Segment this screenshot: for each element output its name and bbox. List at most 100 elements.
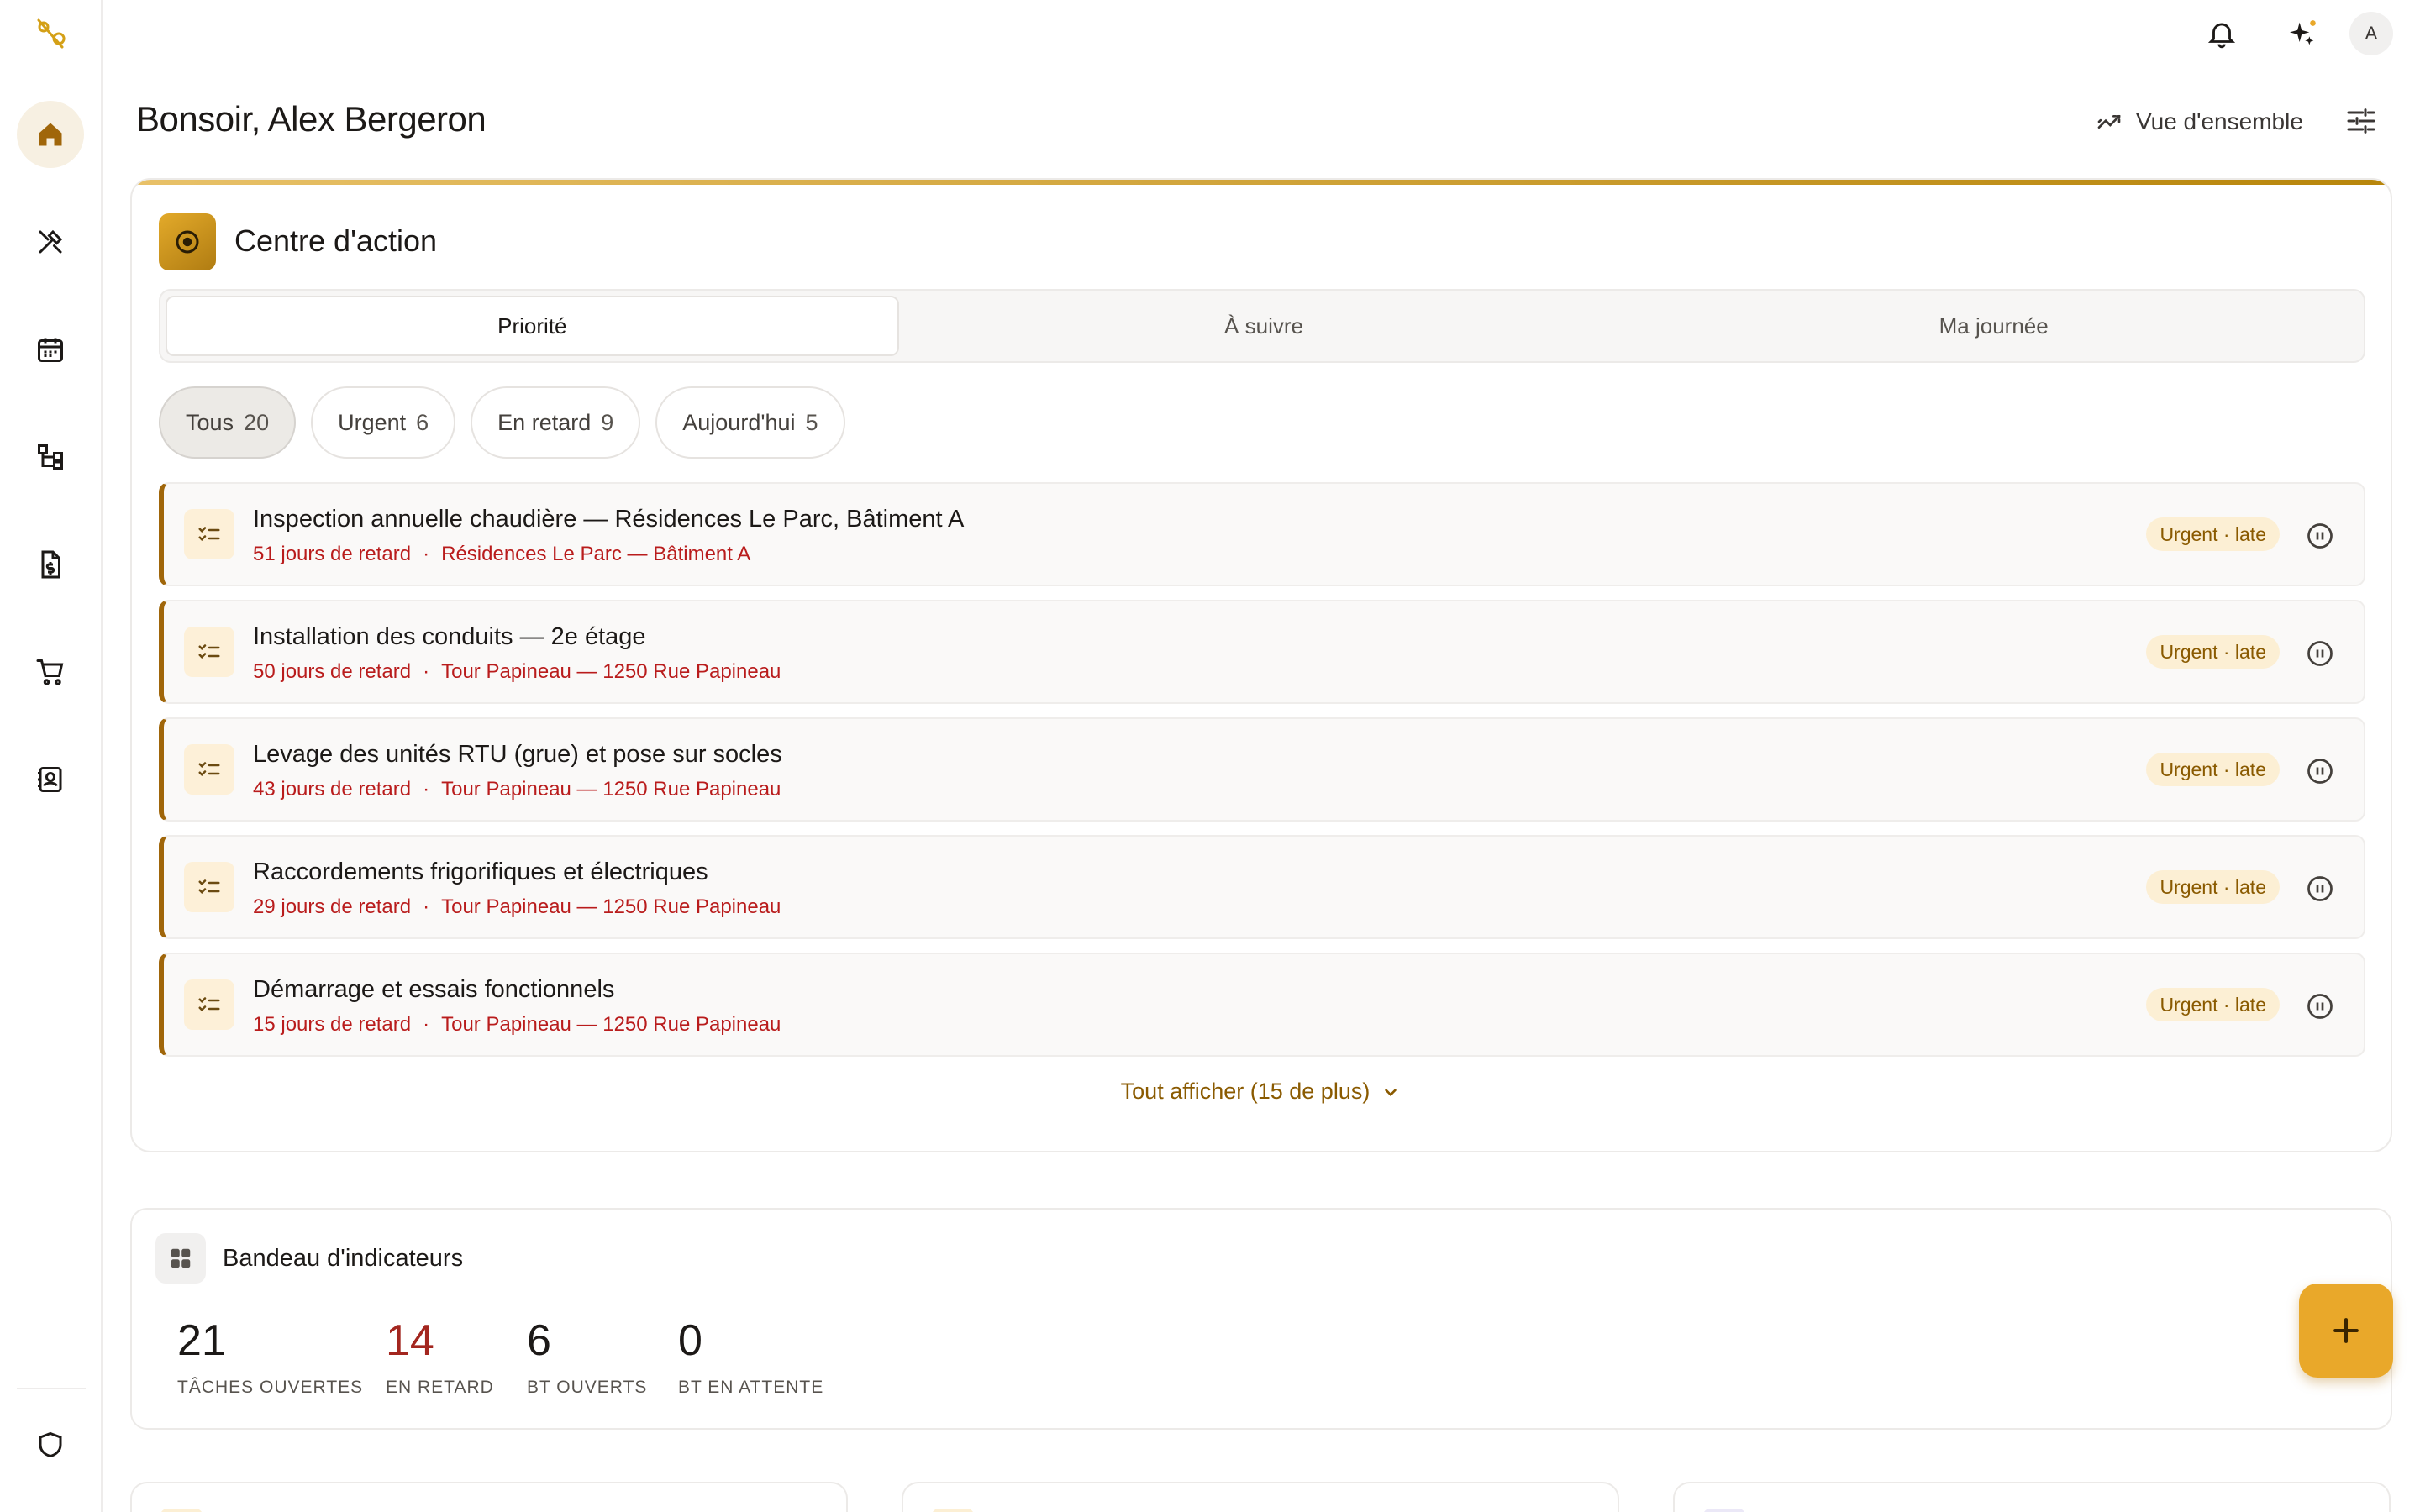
trending-icon bbox=[2097, 115, 2121, 129]
pause-button[interactable] bbox=[2305, 874, 2335, 904]
pause-icon bbox=[2307, 759, 2333, 784]
sidebar-item-contacts[interactable] bbox=[17, 746, 84, 813]
calendar-icon bbox=[38, 338, 63, 362]
avatar[interactable]: A bbox=[2349, 12, 2393, 55]
status-badge: Urgent · late bbox=[2146, 870, 2280, 904]
filter-urgent[interactable]: Urgent 6 bbox=[311, 386, 456, 459]
meta-separator: · bbox=[423, 543, 430, 565]
task-location: Tour Papineau — 1250 Rue Papineau bbox=[441, 778, 781, 801]
task-row[interactable]: Levage des unités RTU (grue) et pose sur… bbox=[159, 717, 2365, 822]
kpi-late[interactable]: 14 EN RETARD bbox=[386, 1319, 494, 1398]
bell-icon bbox=[2207, 23, 2236, 49]
customize-button[interactable] bbox=[2341, 101, 2381, 141]
widget-icon bbox=[1703, 1509, 1745, 1512]
filter-today[interactable]: Aujourd'hui 5 bbox=[655, 386, 845, 459]
target-icon bbox=[159, 213, 216, 270]
task-delay: 29 jours de retard bbox=[253, 895, 412, 918]
task-meta: 43 jours de retard · Tour Papineau — 1250 … bbox=[253, 778, 781, 801]
add-button[interactable] bbox=[2299, 1284, 2393, 1378]
shield-icon bbox=[39, 1431, 62, 1458]
task-meta: 50 jours de retard · Tour Papineau — 1250 … bbox=[253, 660, 781, 684]
sidebar-item-cart[interactable] bbox=[17, 638, 84, 706]
task-delay: 43 jours de retard bbox=[253, 778, 412, 801]
sidebar-item-home[interactable] bbox=[17, 101, 84, 168]
pause-icon bbox=[2307, 523, 2333, 549]
pause-button[interactable] bbox=[2305, 638, 2335, 669]
home-icon bbox=[39, 123, 62, 146]
filter-count: 5 bbox=[805, 409, 818, 435]
filter-label: Tous bbox=[186, 409, 234, 435]
lockup-logo-icon[interactable] bbox=[34, 17, 67, 50]
task-row[interactable]: Installation des conduits — 2e étage 50 … bbox=[159, 600, 2365, 704]
task-meta: 29 jours de retard · Tour Papineau — 1250 … bbox=[253, 895, 781, 919]
sidebar-item-invoices[interactable] bbox=[17, 531, 84, 598]
checklist-icon bbox=[184, 509, 234, 559]
task-title: Raccordements frigorifiques et électriqu… bbox=[253, 858, 708, 885]
hierarchy-icon bbox=[38, 444, 63, 470]
tools-icon bbox=[39, 229, 63, 254]
kpi-label: BT EN ATTENTE bbox=[678, 1378, 824, 1397]
kpi-pending-work-orders[interactable]: 0 BT EN ATTENTE bbox=[678, 1319, 823, 1398]
checklist-icon bbox=[184, 744, 234, 795]
sidebar-item-hierarchy[interactable] bbox=[17, 423, 84, 491]
task-meta: 15 jours de retard · Tour Papineau — 1250 … bbox=[253, 1013, 781, 1037]
task-location: Résidences Le Parc — Bâtiment A bbox=[441, 543, 751, 565]
page-title: Bonsoir, Alex Bergeron bbox=[136, 99, 487, 139]
filter-late[interactable]: En retard 9 bbox=[471, 386, 641, 459]
sidebar bbox=[0, 0, 103, 1512]
kpi-value: 14 bbox=[386, 1316, 434, 1365]
show-all-button[interactable]: Tout afficher (15 de plus) bbox=[132, 1079, 2391, 1105]
pause-button[interactable] bbox=[2305, 521, 2335, 551]
filter-all[interactable]: Tous 20 bbox=[159, 386, 297, 459]
meta-separator: · bbox=[423, 1013, 430, 1036]
filter-chips: Tous 20 Urgent 6 En retard 9 Aujourd'hui… bbox=[159, 386, 845, 459]
task-row[interactable]: Démarrage et essais fonctionnels 15 jour… bbox=[159, 953, 2365, 1057]
sidebar-item-security[interactable] bbox=[17, 1411, 84, 1478]
task-delay: 51 jours de retard bbox=[253, 543, 412, 565]
meta-separator: · bbox=[423, 660, 430, 683]
sidebar-item-calendar[interactable] bbox=[17, 316, 84, 383]
tab-priority[interactable]: Priorité bbox=[166, 296, 899, 356]
widget-card bbox=[130, 1482, 848, 1512]
notifications-button[interactable] bbox=[2200, 12, 2244, 55]
sidebar-item-tools[interactable] bbox=[17, 208, 84, 276]
tab-follow-up[interactable]: À suivre bbox=[899, 296, 1629, 356]
task-delay: 50 jours de retard bbox=[253, 660, 412, 683]
checklist-icon bbox=[184, 627, 234, 677]
kpi-value: 0 bbox=[678, 1316, 702, 1365]
task-row[interactable]: Inspection annuelle chaudière — Résidenc… bbox=[159, 482, 2365, 586]
task-row[interactable]: Raccordements frigorifiques et électriqu… bbox=[159, 835, 2365, 939]
checklist-icon bbox=[184, 862, 234, 912]
grid-icon bbox=[155, 1233, 206, 1284]
kpi-banner-card: Bandeau d'indicateurs 21 TÂCHES OUVERTES… bbox=[130, 1208, 2392, 1430]
task-location: Tour Papineau — 1250 Rue Papineau bbox=[441, 895, 781, 918]
status-badge: Urgent · late bbox=[2146, 635, 2280, 669]
contacts-icon bbox=[38, 767, 62, 792]
widget-card bbox=[1673, 1482, 2391, 1512]
ai-assistant-button[interactable] bbox=[2281, 12, 2324, 55]
task-title: Levage des unités RTU (grue) et pose sur… bbox=[253, 741, 782, 768]
filter-count: 9 bbox=[601, 409, 614, 435]
sliders-icon bbox=[2347, 108, 2375, 134]
tab-my-day[interactable]: Ma journée bbox=[1628, 296, 2359, 356]
kpi-open-tasks[interactable]: 21 TÂCHES OUVERTES bbox=[177, 1319, 363, 1398]
overview-button[interactable]: Vue d'ensemble bbox=[2096, 101, 2303, 143]
kpi-label: TÂCHES OUVERTES bbox=[177, 1378, 364, 1397]
status-badge: Urgent · late bbox=[2146, 517, 2280, 551]
filter-label: Aujourd'hui bbox=[682, 409, 796, 435]
filter-label: En retard bbox=[497, 409, 592, 435]
kpi-banner-title: Bandeau d'indicateurs bbox=[223, 1245, 464, 1272]
task-title: Installation des conduits — 2e étage bbox=[253, 623, 646, 650]
pause-button[interactable] bbox=[2305, 756, 2335, 786]
task-list: Inspection annuelle chaudière — Résidenc… bbox=[159, 482, 2365, 1070]
pause-button[interactable] bbox=[2305, 991, 2335, 1021]
widget-icon bbox=[160, 1509, 203, 1512]
task-title: Démarrage et essais fonctionnels bbox=[253, 976, 615, 1003]
kpi-open-work-orders[interactable]: 6 BT OUVERTS bbox=[527, 1319, 647, 1398]
meta-separator: · bbox=[423, 895, 430, 918]
action-center-tabs: Priorité À suivre Ma journée bbox=[159, 289, 2365, 363]
task-delay: 15 jours de retard bbox=[253, 1013, 412, 1036]
kpi-label: BT OUVERTS bbox=[527, 1378, 648, 1397]
status-badge: Urgent · late bbox=[2146, 988, 2280, 1021]
card-accent-bar bbox=[132, 180, 2391, 185]
